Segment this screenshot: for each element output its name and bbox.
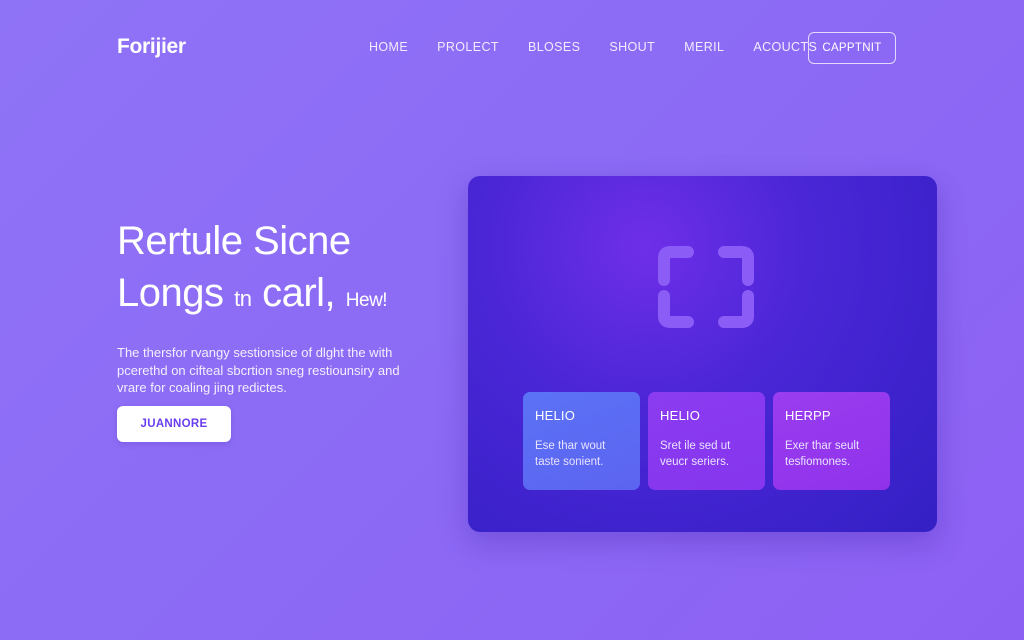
nav-item-home[interactable]: HOME <box>369 40 408 54</box>
feature-card[interactable]: HELIO Ese thar wout taste sonient. <box>523 392 640 490</box>
top-nav: HOME PROLECT BLOSES SHOUT MERIL ACOUCTS <box>369 40 846 54</box>
nav-item-meril[interactable]: MERIL <box>684 40 724 54</box>
header-cta-button[interactable]: CAPPTNIT <box>808 32 896 64</box>
card-title: HELIO <box>535 408 576 423</box>
feature-card[interactable]: HELIO Sret ile sed ut veucr seriers. <box>648 392 765 490</box>
nav-item-shout[interactable]: SHOUT <box>609 40 655 54</box>
card-text: Exer thar seult tesfiomones. <box>785 440 860 468</box>
hero-title-word-b: tn <box>234 286 252 311</box>
card-title: HELIO <box>660 408 701 423</box>
feature-cards: HELIO Ese thar wout taste sonient. HELIO… <box>523 392 890 490</box>
hero-title-word-d: Hew! <box>345 290 388 311</box>
feature-card[interactable]: HERPP Exer thar seult tesfiomones. <box>773 392 890 490</box>
brand-logo[interactable]: Forijier <box>117 35 186 59</box>
frame-corners-icon <box>658 246 754 328</box>
card-text: Ese thar wout taste sonient. <box>535 440 606 468</box>
hero-description: The thersfor rvangy sestionsice of dlght… <box>117 345 400 395</box>
card-title: HERPP <box>785 408 831 423</box>
hero-title-word-c: carl, <box>262 271 336 315</box>
hero-title-word-a: Longs <box>117 271 224 315</box>
nav-item-prolect[interactable]: PROLECT <box>437 40 499 54</box>
hero-title: Rertule Sicne Longs tn carl, Hew! <box>117 215 447 327</box>
feature-panel: HELIO Ese thar wout taste sonient. HELIO… <box>468 176 937 532</box>
nav-item-bloses[interactable]: BLOSES <box>528 40 580 54</box>
card-text: Sret ile sed ut veucr seriers. <box>660 440 731 468</box>
hero-title-line1: Rertule Sicne <box>117 219 351 263</box>
hero-section: Rertule Sicne Longs tn carl, Hew! The th… <box>117 215 447 397</box>
hero-primary-button[interactable]: JUANNORE <box>117 406 231 442</box>
